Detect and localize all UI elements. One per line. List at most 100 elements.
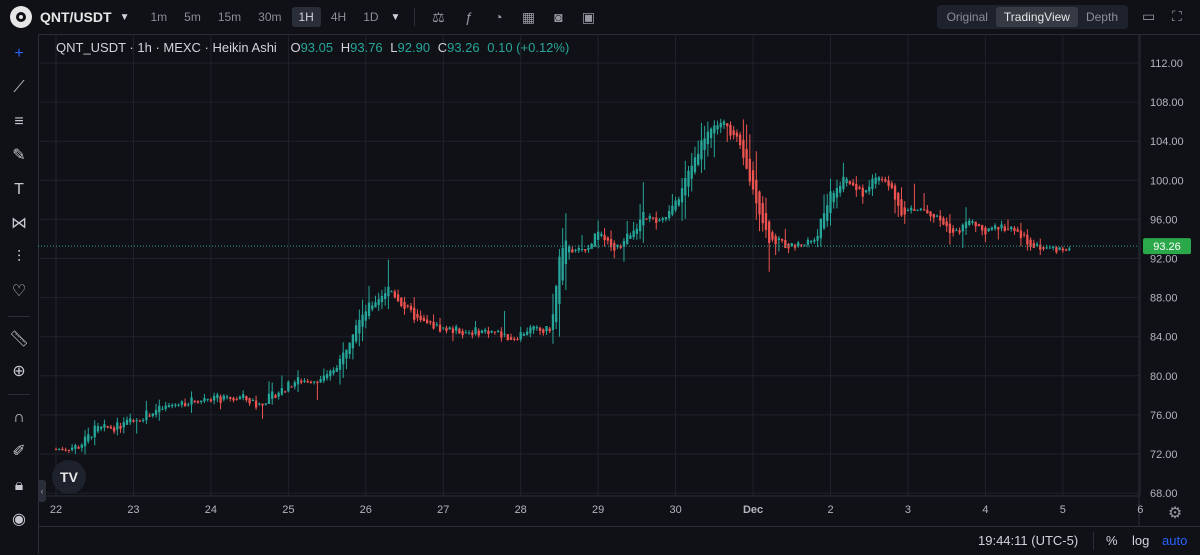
x-tick-label: 29: [592, 504, 604, 516]
candle-body: [887, 180, 890, 187]
price-axis[interactable]: 112.00 108.00 104.00 100.00 96.00 92.00 88.00 8…: [1143, 58, 1191, 500]
trend-line-icon[interactable]: ⟋: [7, 76, 31, 100]
y-tick-label: 100.00: [1150, 175, 1184, 187]
timeframe-30m[interactable]: 30m: [251, 7, 288, 27]
candle-body: [768, 221, 771, 243]
candle-body: [1042, 247, 1045, 249]
candle-body: [1035, 244, 1039, 246]
candle-body: [735, 132, 739, 137]
candle-body: [1048, 247, 1052, 249]
candle-body: [429, 321, 432, 323]
window-icon[interactable]: ▭: [1142, 8, 1155, 25]
ruler-icon[interactable]: 📏︎: [7, 328, 31, 352]
candle-body: [454, 326, 458, 331]
crosshair-icon[interactable]: +: [7, 42, 31, 66]
candle-body: [658, 220, 661, 222]
candle-body: [797, 242, 800, 247]
candle-body: [119, 425, 122, 429]
candle-body: [193, 400, 196, 402]
bottom-divider: [1093, 532, 1094, 550]
candle-body: [277, 392, 280, 397]
pattern-icon[interactable]: ⋈: [7, 212, 31, 236]
magnet-icon[interactable]: ∩: [7, 406, 31, 430]
candle-body: [677, 199, 680, 206]
tradingview-logo[interactable]: TV: [52, 460, 86, 494]
candle-body: [764, 213, 768, 230]
candle-body: [839, 185, 842, 193]
fullscreen-icon[interactable]: ⛶: [1172, 8, 1182, 25]
auto-scale-toggle[interactable]: auto: [1162, 533, 1187, 548]
text-icon[interactable]: T: [7, 178, 31, 202]
collapse-toolbar-icon[interactable]: ‹: [38, 480, 46, 502]
candle-body: [800, 244, 803, 246]
timeframe-more-icon[interactable]: ▼: [391, 12, 401, 23]
candle-body: [977, 224, 981, 227]
eye-icon[interactable]: ◉: [7, 508, 31, 532]
candle-body: [613, 243, 616, 251]
clock[interactable]: 19:44:11 (UTC-5): [978, 533, 1078, 548]
timeframe-1d[interactable]: 1D: [356, 7, 385, 27]
zoom-in-icon[interactable]: ⊕: [7, 360, 31, 384]
timeframe-4h[interactable]: 4H: [324, 7, 353, 27]
legend-title: QNT_USDT · 1h · MEXC · Heikin Ashi: [56, 40, 277, 55]
candle-body: [132, 420, 135, 422]
timeframe-1m[interactable]: 1m: [143, 7, 174, 27]
candle-body: [687, 170, 690, 187]
candle-body: [1039, 244, 1042, 250]
brush-icon[interactable]: ✎: [7, 144, 31, 168]
view-tradingview[interactable]: TradingView: [995, 7, 1078, 27]
candle-body: [74, 445, 77, 449]
save-icon[interactable]: ▣: [573, 9, 603, 26]
candle-body: [551, 314, 555, 330]
layout-icon[interactable]: ▦: [513, 9, 543, 26]
camera-icon[interactable]: ◙: [543, 9, 573, 25]
symbol-name[interactable]: QNT/USDT: [40, 9, 112, 25]
log-scale-toggle[interactable]: log: [1132, 533, 1149, 548]
symbol-dropdown-icon[interactable]: ▼: [120, 12, 130, 23]
candle-body: [261, 403, 264, 406]
candle-body: [67, 449, 71, 451]
timeframe-1h[interactable]: 1H: [291, 7, 321, 27]
candle-body: [635, 228, 639, 234]
candle-body: [271, 391, 274, 399]
candle-body: [806, 239, 810, 245]
toolbar-divider: [8, 394, 30, 395]
candle-body: [461, 331, 464, 336]
timeframe-15m[interactable]: 15m: [211, 7, 248, 27]
view-depth[interactable]: Depth: [1078, 7, 1126, 27]
candle-body: [416, 313, 419, 318]
lock-icon[interactable]: 🔒︎: [7, 474, 31, 498]
candle-body: [574, 250, 577, 252]
horizontal-lines-icon[interactable]: ≡: [7, 110, 31, 134]
settings-gear-icon[interactable]: ⚙: [1168, 505, 1182, 522]
candle-body: [96, 426, 100, 432]
candle-body: [177, 404, 180, 406]
view-original[interactable]: Original: [939, 7, 996, 27]
candle-body: [351, 334, 355, 349]
y-tick-label: 108.00: [1150, 97, 1184, 109]
legend-low-key: L: [390, 40, 398, 55]
measure-lines-icon[interactable]: ⫶: [7, 246, 31, 270]
candle-body: [1061, 248, 1065, 251]
candle-body: [884, 179, 887, 182]
candle-body: [651, 217, 655, 219]
candle-body: [826, 205, 829, 221]
last-price-label: 93.26: [1153, 241, 1181, 253]
time-axis[interactable]: 22 23 24 25 26 27 28 29 30 Dec 2 3 4 5 6: [50, 504, 1143, 516]
y-tick-label: 76.00: [1150, 410, 1178, 422]
fx-icon[interactable]: ƒ: [453, 9, 483, 25]
lock-drawing-icon[interactable]: ✐: [7, 440, 31, 464]
candle-body: [684, 177, 687, 196]
indicator-compare-icon[interactable]: ⚖: [423, 9, 453, 26]
candle-body: [968, 220, 971, 225]
heart-icon[interactable]: ♡: [7, 280, 31, 304]
dashboard-icon[interactable]: ◔: [483, 9, 513, 25]
candle-body: [232, 397, 235, 401]
candle-body: [354, 325, 358, 342]
price-chart[interactable]: 112.00 108.00 104.00 100.00 96.00 92.00 88.00 8…: [38, 34, 1200, 526]
percent-scale-toggle[interactable]: %: [1106, 533, 1118, 548]
timeframe-5m[interactable]: 5m: [177, 7, 208, 27]
candle-body: [548, 328, 551, 332]
candle-body: [758, 191, 761, 215]
candle-body: [200, 400, 203, 403]
